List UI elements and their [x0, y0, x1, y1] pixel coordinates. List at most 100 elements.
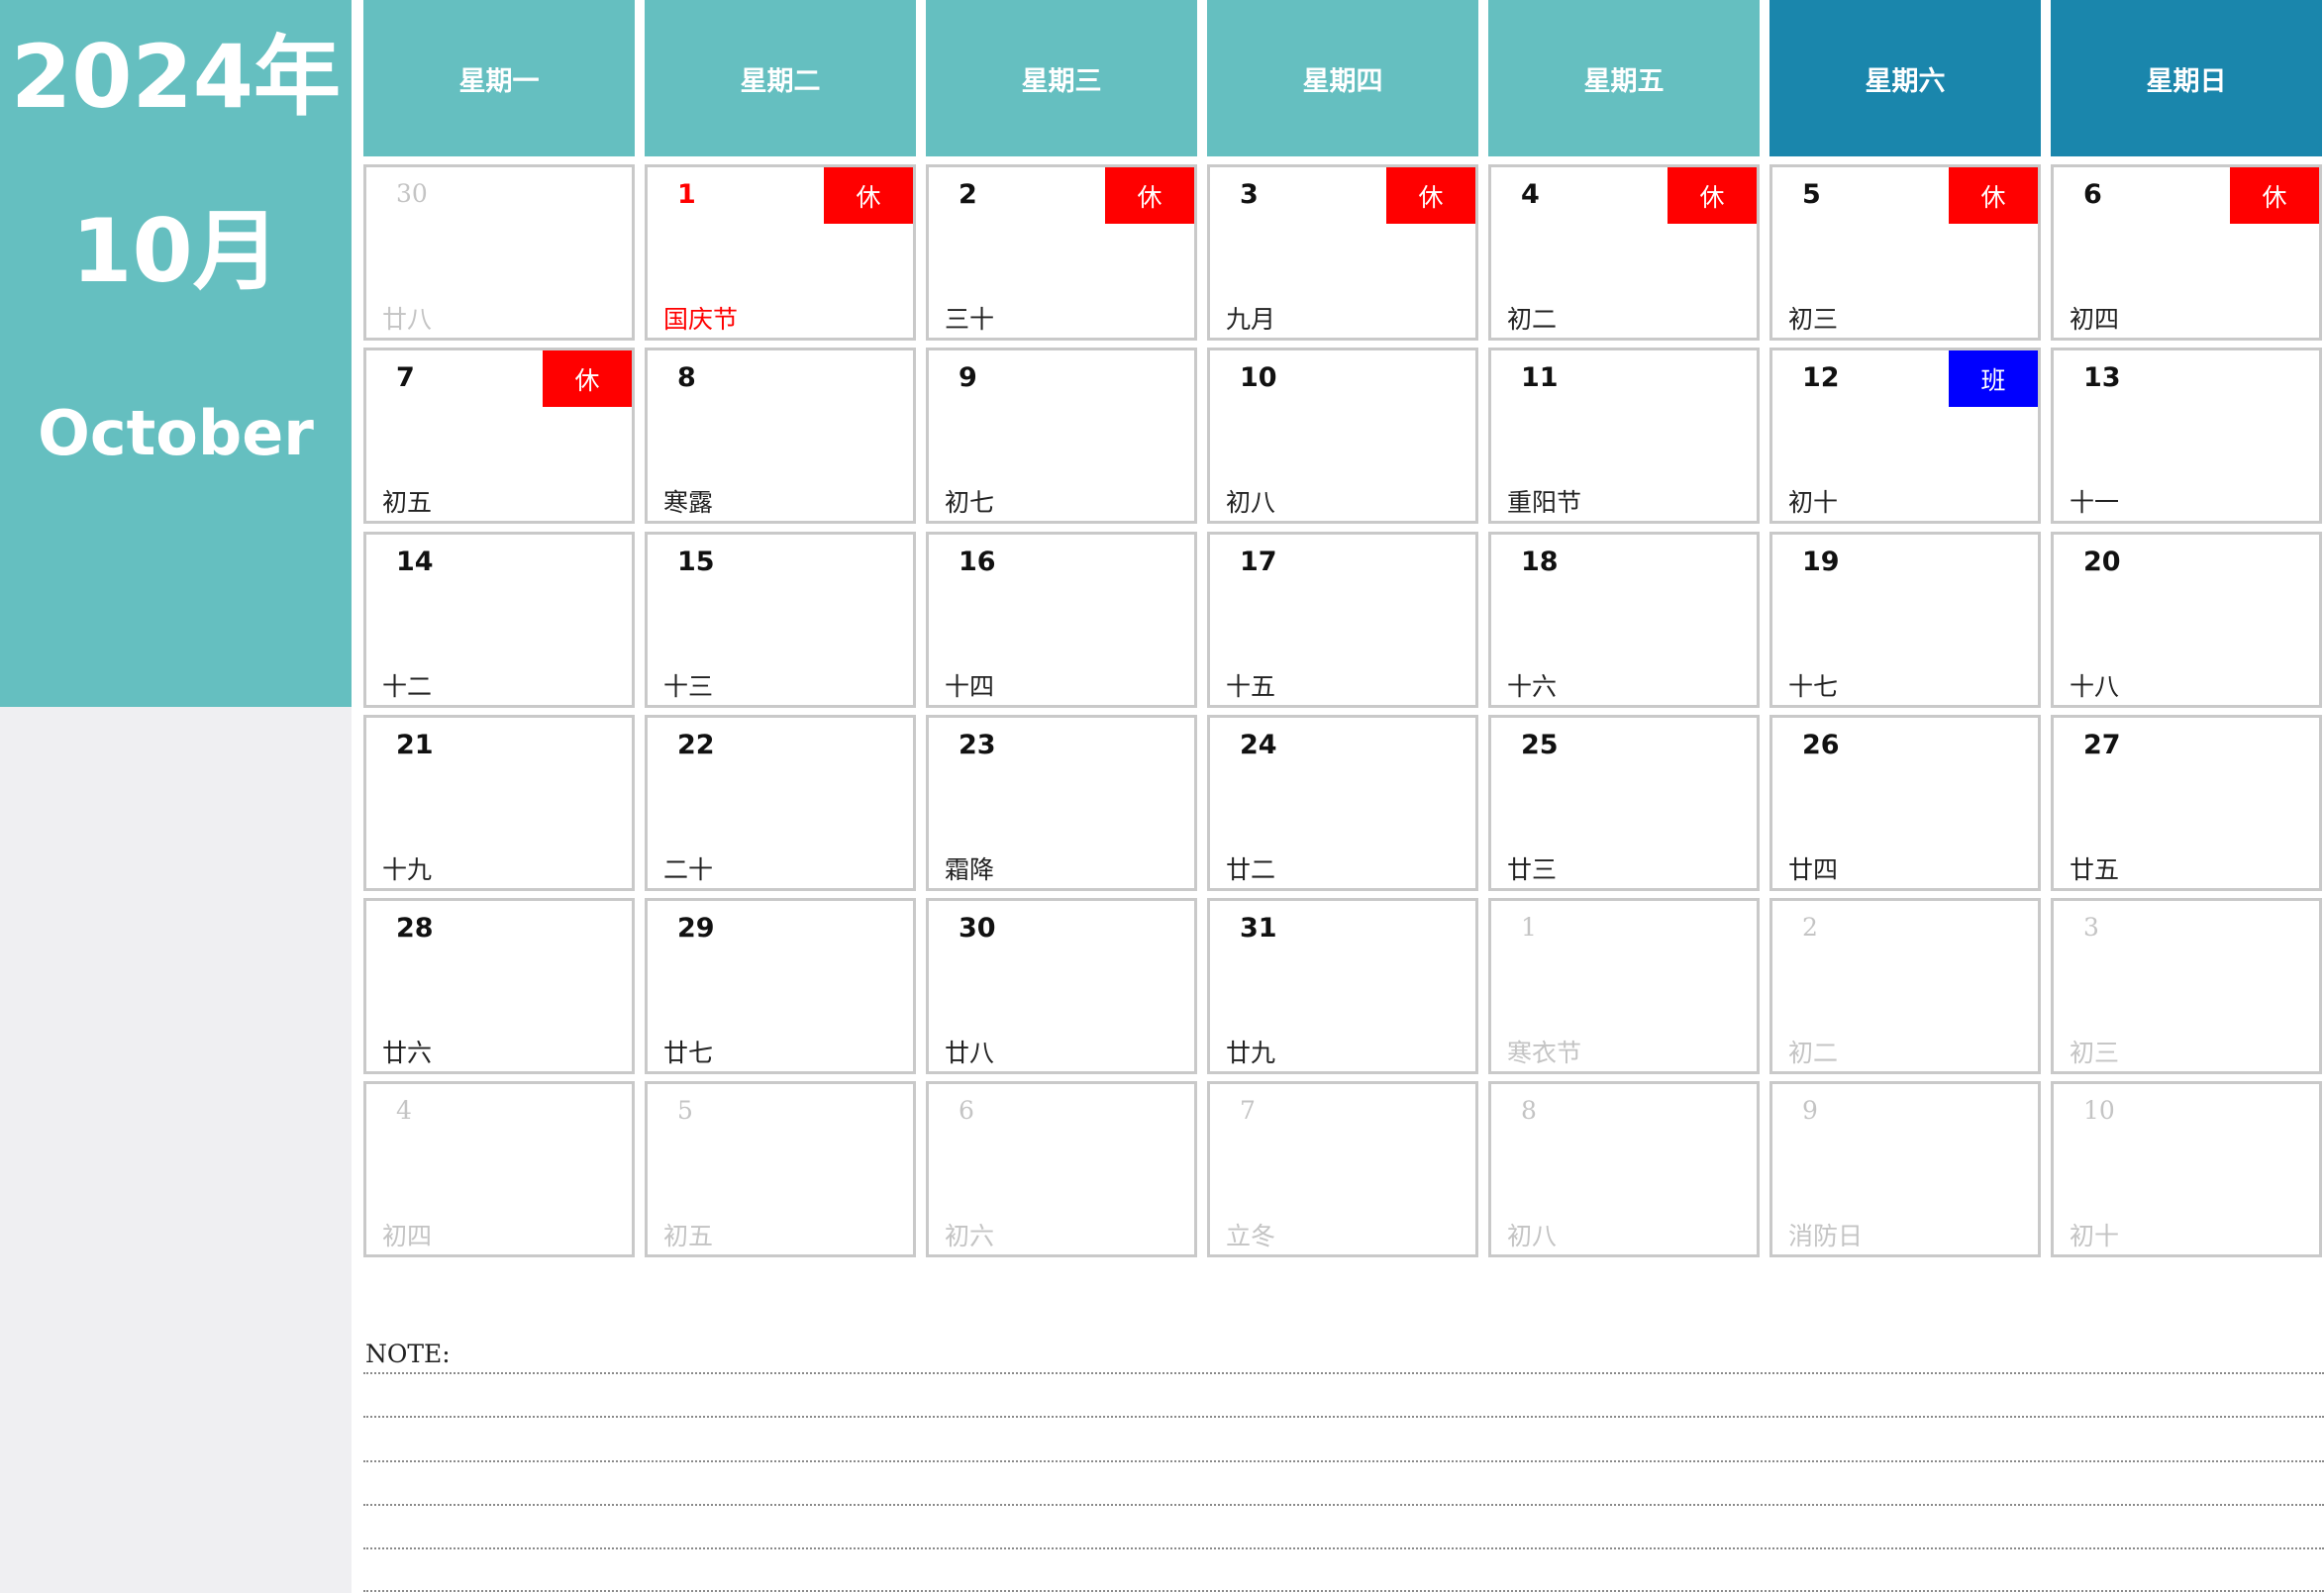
- lunar-date: 消防日: [1788, 1222, 1864, 1250]
- day-cell[interactable]: 10 初十: [2051, 1081, 2322, 1257]
- workday-badge: 班: [1949, 350, 2038, 407]
- day-cell[interactable]: 21 十九: [363, 715, 635, 891]
- day-number: 21: [396, 730, 434, 760]
- day-cell[interactable]: 6 初六: [926, 1081, 1197, 1257]
- day-cell[interactable]: 4 初二 休: [1488, 164, 1760, 341]
- day-number: 25: [1521, 730, 1559, 760]
- lunar-date: 立冬: [1226, 1222, 1276, 1250]
- day-cell[interactable]: 25 廿三: [1488, 715, 1760, 891]
- lunar-date: 九月: [1226, 305, 1276, 334]
- day-number: 17: [1240, 547, 1277, 577]
- day-cell[interactable]: 3 九月 休: [1207, 164, 1478, 341]
- lunar-date: 初七: [945, 488, 995, 517]
- day-cell[interactable]: 2 三十 休: [926, 164, 1197, 341]
- day-number: 8: [677, 362, 696, 393]
- day-cell[interactable]: 4 初四: [363, 1081, 635, 1257]
- holiday-badge: 休: [1667, 167, 1757, 224]
- lunar-date: 初四: [382, 1222, 433, 1250]
- day-cell[interactable]: 23 霜降: [926, 715, 1197, 891]
- day-cell[interactable]: 20 十八: [2051, 532, 2322, 708]
- note-line: [363, 1504, 2324, 1506]
- day-cell[interactable]: 11 重阳节: [1488, 348, 1760, 524]
- day-cell[interactable]: 1 寒衣节: [1488, 898, 1760, 1074]
- weekday-header: 星期一: [363, 0, 635, 156]
- note-line: [363, 1547, 2324, 1549]
- day-cell[interactable]: 7 初五 休: [363, 348, 635, 524]
- day-number: 3: [2083, 913, 2099, 942]
- lunar-date: 廿二: [1226, 855, 1276, 884]
- day-number: 28: [396, 913, 434, 944]
- weekday-header: 星期四: [1207, 0, 1478, 156]
- day-number: 16: [959, 547, 996, 577]
- lunar-date: 初二: [1507, 305, 1558, 334]
- lunar-date: 廿五: [2070, 855, 2120, 884]
- lunar-date: 初六: [945, 1222, 995, 1250]
- day-number: 15: [677, 547, 715, 577]
- day-cell[interactable]: 29 廿七: [645, 898, 916, 1074]
- day-number: 10: [1240, 362, 1277, 393]
- day-number: 30: [959, 913, 996, 944]
- lunar-date: 十二: [382, 672, 433, 701]
- day-cell[interactable]: 5 初五: [645, 1081, 916, 1257]
- day-number: 22: [677, 730, 715, 760]
- day-cell[interactable]: 13 十一: [2051, 348, 2322, 524]
- lunar-date: 初二: [1788, 1039, 1839, 1067]
- day-cell[interactable]: 19 十七: [1769, 532, 2041, 708]
- day-cell[interactable]: 7 立冬: [1207, 1081, 1478, 1257]
- day-cell[interactable]: 28 廿六: [363, 898, 635, 1074]
- day-cell[interactable]: 17 十五: [1207, 532, 1478, 708]
- day-cell[interactable]: 30 廿八: [363, 164, 635, 341]
- day-number: 7: [396, 362, 415, 393]
- day-cell[interactable]: 9 消防日: [1769, 1081, 2041, 1257]
- day-cell[interactable]: 5 初三 休: [1769, 164, 2041, 341]
- lunar-date: 十一: [2070, 488, 2120, 517]
- lunar-date: 三十: [945, 305, 995, 334]
- day-number: 27: [2083, 730, 2121, 760]
- day-cell[interactable]: 12 初十 班: [1769, 348, 2041, 524]
- day-number: 23: [959, 730, 996, 760]
- lunar-date: 初四: [2070, 305, 2120, 334]
- day-number: 24: [1240, 730, 1277, 760]
- day-cell[interactable]: 30 廿八: [926, 898, 1197, 1074]
- day-number: 20: [2083, 547, 2121, 577]
- day-number: 30: [396, 179, 428, 208]
- day-number: 5: [677, 1096, 693, 1125]
- day-cell[interactable]: 14 十二: [363, 532, 635, 708]
- day-cell[interactable]: 27 廿五: [2051, 715, 2322, 891]
- day-cell[interactable]: 6 初四 休: [2051, 164, 2322, 341]
- lunar-date: 十三: [663, 672, 714, 701]
- day-cell[interactable]: 2 初二: [1769, 898, 2041, 1074]
- weekday-header: 星期二: [645, 0, 916, 156]
- day-cell[interactable]: 26 廿四: [1769, 715, 2041, 891]
- day-cell[interactable]: 24 廿二: [1207, 715, 1478, 891]
- day-number: 19: [1802, 547, 1840, 577]
- day-number: 29: [677, 913, 715, 944]
- day-cell[interactable]: 18 十六: [1488, 532, 1760, 708]
- lunar-date: 寒衣节: [1507, 1039, 1582, 1067]
- day-number: 8: [1521, 1096, 1537, 1125]
- month-title: 10月: [71, 200, 280, 302]
- lunar-date: 二十: [663, 855, 714, 884]
- sidebar: 2024年 10月 October: [0, 0, 352, 707]
- day-cell[interactable]: 15 十三: [645, 532, 916, 708]
- lunar-date: 初三: [1788, 305, 1839, 334]
- day-number: 18: [1521, 547, 1559, 577]
- day-cell[interactable]: 1 国庆节 休: [645, 164, 916, 341]
- lunar-date: 廿七: [663, 1039, 714, 1067]
- day-number: 6: [2083, 179, 2102, 210]
- day-cell[interactable]: 16 十四: [926, 532, 1197, 708]
- day-cell[interactable]: 22 二十: [645, 715, 916, 891]
- day-cell[interactable]: 8 初八: [1488, 1081, 1760, 1257]
- lunar-date: 寒露: [663, 488, 714, 517]
- day-cell[interactable]: 9 初七: [926, 348, 1197, 524]
- day-cell[interactable]: 31 廿九: [1207, 898, 1478, 1074]
- holiday-badge: 休: [1105, 167, 1194, 224]
- lunar-date: 十九: [382, 855, 433, 884]
- day-cell[interactable]: 10 初八: [1207, 348, 1478, 524]
- holiday-badge: 休: [824, 167, 913, 224]
- day-number: 12: [1802, 362, 1840, 393]
- note-label: NOTE:: [365, 1340, 451, 1368]
- day-cell[interactable]: 8 寒露: [645, 348, 916, 524]
- month-english: October: [38, 397, 314, 469]
- day-cell[interactable]: 3 初三: [2051, 898, 2322, 1074]
